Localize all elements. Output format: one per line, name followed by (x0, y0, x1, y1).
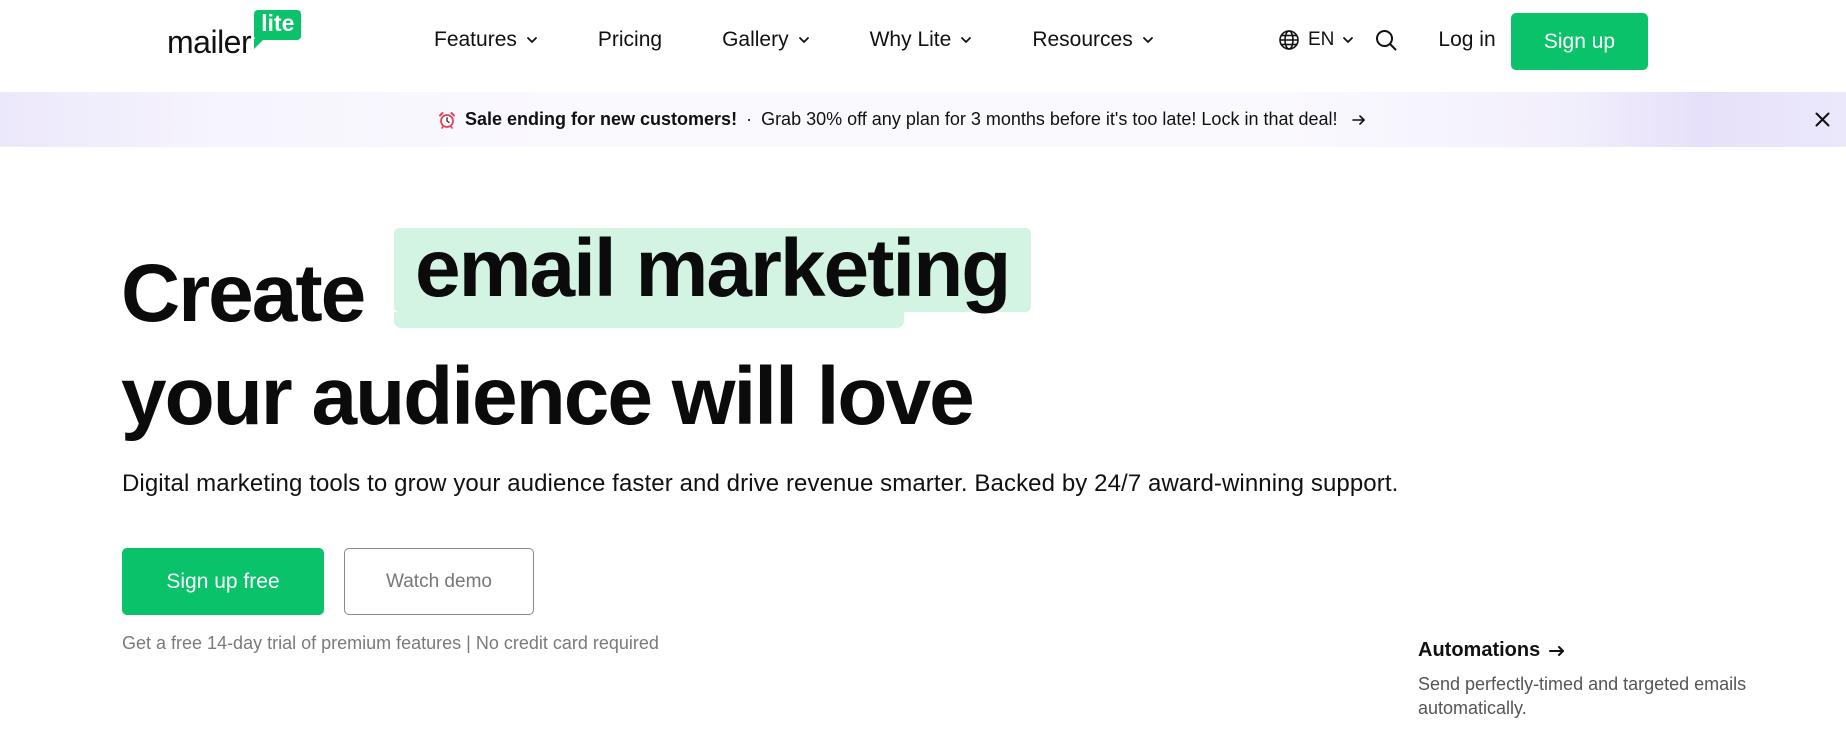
arrow-right-icon (1548, 644, 1566, 658)
arrow-right-icon (1351, 113, 1367, 127)
hero-title-prefix: Create (121, 248, 366, 339)
feature-description: Send perfectly-timed and targeted emails… (1418, 674, 1747, 718)
hero-title: Create email marketing your audience wil… (121, 223, 1031, 442)
chevron-down-icon (1142, 34, 1154, 46)
banner-link[interactable]: Grab 30% off any plan for 3 months befor… (761, 109, 1366, 130)
chevron-down-icon (798, 34, 810, 46)
highlight-text: email marketing (415, 223, 1011, 314)
nav-item-label: Gallery (722, 28, 789, 51)
search-icon[interactable] (1374, 28, 1398, 52)
main-nav: Features Pricing Gallery Why Lite Resour… (434, 26, 1214, 54)
nav-item-label: Pricing (597, 28, 663, 51)
hero-subtitle: Digital marketing tools to grow your aud… (122, 470, 1399, 497)
chevron-down-icon (960, 34, 972, 46)
nav-item-gallery[interactable]: Gallery (722, 28, 810, 52)
nav-item-why-lite[interactable]: Why Lite (870, 28, 973, 52)
mailerlite-logo[interactable]: mailer lite (167, 10, 302, 60)
banner-message: Grab 30% off any plan for 3 months befor… (761, 109, 1338, 129)
language-label: EN (1308, 29, 1335, 50)
automations-link[interactable]: Automations (1418, 639, 1566, 662)
hero-title-line2: your audience will love (121, 351, 975, 442)
close-icon[interactable] (1814, 111, 1831, 128)
signup-free-button[interactable]: Sign up free (122, 548, 324, 615)
chevron-down-icon (526, 34, 538, 46)
banner-separator: · (746, 109, 753, 129)
header-tools: EN Log in (1278, 26, 1496, 54)
hero-title-line1: Create email marketing (121, 223, 1031, 343)
trial-note: Get a free 14-day trial of premium featu… (122, 633, 659, 653)
site-header: mailer lite Features Pricing Gallery Why… (0, 0, 1846, 92)
watch-demo-button[interactable]: Watch demo (344, 548, 534, 615)
feature-title: Automations (1418, 639, 1541, 661)
promo-banner-content: Sale ending for new customers! · Grab 30… (438, 92, 1367, 147)
hero-title-highlight: email marketing (394, 223, 1031, 328)
banner-headline: Sale ending for new customers! (465, 109, 738, 129)
chevron-down-icon (1342, 34, 1354, 46)
logo-badge: lite (254, 10, 302, 49)
highlight-background-tail (394, 312, 904, 328)
promo-banner: Sale ending for new customers! · Grab 30… (0, 92, 1846, 147)
globe-icon (1278, 29, 1300, 51)
nav-item-resources[interactable]: Resources (1032, 28, 1153, 52)
language-selector[interactable]: EN (1278, 29, 1354, 51)
nav-item-label: Why Lite (869, 28, 952, 51)
nav-item-features[interactable]: Features (434, 28, 538, 52)
alarm-clock-icon (438, 111, 456, 129)
nav-item-label: Resources (1032, 28, 1133, 51)
nav-item-label: Features (434, 28, 517, 51)
logo-word: mailer (167, 24, 252, 60)
login-link[interactable]: Log in (1438, 28, 1495, 52)
nav-item-pricing[interactable]: Pricing (598, 28, 662, 52)
signup-button[interactable]: Sign up (1511, 13, 1648, 70)
